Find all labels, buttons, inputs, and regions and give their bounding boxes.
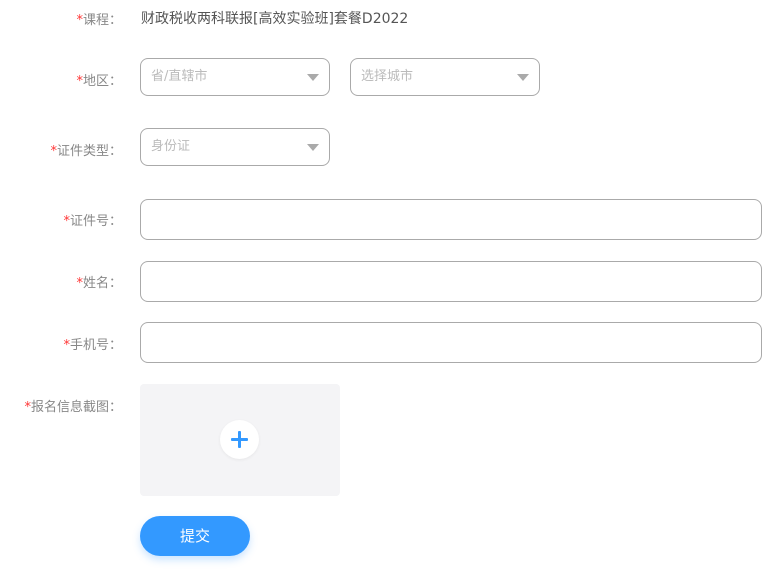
screenshot-upload[interactable] xyxy=(140,384,340,496)
chevron-down-icon xyxy=(517,74,529,81)
id-number-input[interactable] xyxy=(140,199,762,240)
course-label: *课程： xyxy=(76,13,122,28)
city-select[interactable]: 选择城市 xyxy=(350,58,540,96)
region-label: *地区： xyxy=(76,74,122,89)
id-number-label: *证件号： xyxy=(63,214,122,229)
plus-icon[interactable] xyxy=(220,420,259,459)
name-input[interactable] xyxy=(140,261,762,302)
phone-label: *手机号： xyxy=(63,338,122,353)
id-type-label: *证件类型： xyxy=(50,144,122,159)
course-value: 财政税收两科联报[高效实验班]套餐D2022 xyxy=(141,11,409,27)
chevron-down-icon xyxy=(307,74,319,81)
chevron-down-icon xyxy=(307,144,319,151)
id-type-select[interactable]: 身份证 xyxy=(140,128,330,166)
phone-input[interactable] xyxy=(140,322,762,363)
submit-button[interactable]: 提交 xyxy=(140,516,250,556)
province-select[interactable]: 省/直辖市 xyxy=(140,58,330,96)
screenshot-label: *报名信息截图： xyxy=(24,400,122,415)
name-label: *姓名： xyxy=(76,276,122,291)
